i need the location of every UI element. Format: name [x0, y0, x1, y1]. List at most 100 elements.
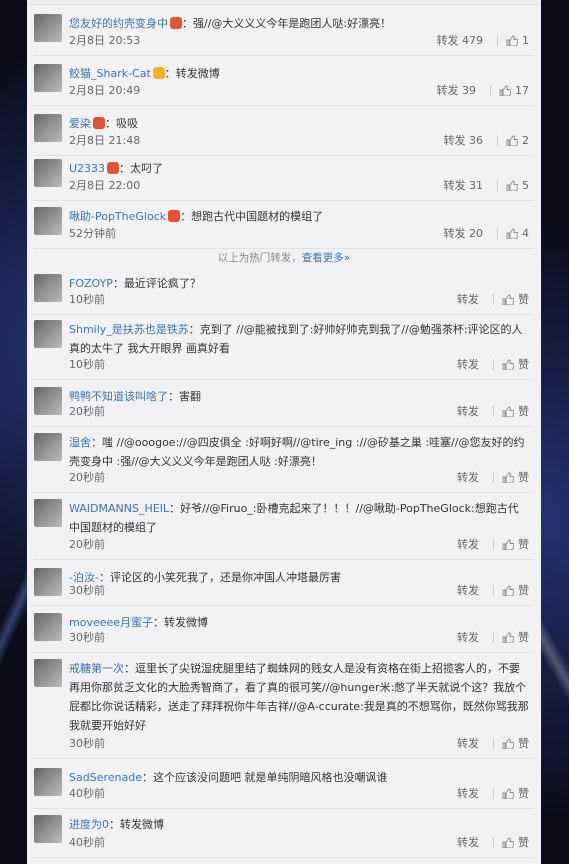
like-count[interactable]: 赞 — [518, 582, 529, 598]
repost-button[interactable]: 转发 — [457, 536, 479, 552]
username-link[interactable]: 您友好的约壳变身中 — [69, 17, 168, 30]
username-link[interactable]: 戒糖第一次 — [69, 662, 124, 675]
like-count[interactable]: 5 — [522, 179, 529, 192]
like-count[interactable]: 赞 — [518, 785, 529, 801]
timestamp: 2月8日 20:49 — [69, 84, 141, 97]
avatar[interactable] — [34, 659, 62, 687]
repost-button[interactable]: 转发 — [457, 356, 479, 372]
avatar[interactable] — [34, 64, 62, 92]
username-link[interactable]: 啾助-PopTheGlock — [69, 210, 166, 223]
avatar[interactable] — [34, 568, 62, 596]
repost-text: ：想跑古代中国题材的模组了 — [180, 210, 324, 223]
like-count[interactable]: 赞 — [518, 735, 529, 751]
repost-meta: 2月8日 20:49 转发 39 17 — [69, 84, 529, 98]
avatar[interactable] — [34, 207, 62, 235]
repost-meta: 30秒前 转发 赞 — [69, 737, 529, 751]
repost-button[interactable]: 转发 — [457, 291, 479, 307]
repost-button[interactable]: 转发 479 — [437, 32, 484, 48]
thumbs-up-icon[interactable] — [502, 585, 515, 596]
avatar[interactable] — [34, 387, 62, 415]
thumbs-up-icon[interactable] — [506, 228, 519, 239]
repost-button[interactable]: 转发 39 — [437, 82, 477, 98]
thumbs-up-icon[interactable] — [506, 180, 519, 191]
like-count[interactable]: 赞 — [518, 469, 529, 485]
repost-meta: 52分钟前 转发 20 4 — [69, 227, 529, 241]
username-link[interactable]: 进度为0 — [69, 818, 109, 831]
username-link[interactable]: 鸭鸭不知道该叫啥了 — [69, 390, 168, 403]
thumbs-up-icon[interactable] — [506, 35, 519, 46]
repost-button[interactable]: 转发 — [457, 735, 479, 751]
repost-button[interactable]: 转发 36 — [444, 132, 484, 148]
repost-meta: 10秒前 转发 赞 — [69, 293, 529, 307]
avatar[interactable] — [34, 433, 62, 461]
thumbs-up-icon[interactable] — [506, 135, 519, 146]
thumbs-up-icon[interactable] — [502, 738, 515, 749]
divider — [493, 293, 494, 305]
divider — [493, 471, 494, 483]
username-link[interactable]: SadSerenade — [69, 771, 142, 784]
action-bar: 转发 31 5 — [444, 177, 530, 193]
username-link[interactable]: 鲛猫_Shark-Cat — [69, 67, 151, 80]
avatar[interactable] — [34, 613, 62, 641]
like-count[interactable]: 赞 — [518, 834, 529, 850]
repost-row: 鸭鸭不知道该叫啥了：害翻 20秒前 转发 赞 — [33, 381, 533, 427]
repost-row: SadSerenade：这个应该没问题吧 就是单纯阴暗风格也没嘲讽谁 40秒前 转发… — [33, 762, 533, 809]
thumbs-up-icon[interactable] — [502, 539, 515, 550]
repost-content: 戒糖第一次：逗里长了尖锐湿疣腿里结了蜘蛛网的贱女人是没有资格在街上招揽客人的，不… — [69, 659, 529, 735]
username-link[interactable]: 湿舍 — [69, 436, 91, 449]
thumbs-up-icon[interactable] — [502, 359, 515, 370]
repost-row: 啾助-PopTheGlock ：想跑古代中国题材的模组了 52分钟前 转发 20 4 — [33, 201, 533, 249]
username-link[interactable]: 爱染 — [69, 117, 91, 130]
repost-panel: 您友好的约壳变身中 ：强//@大义义义今年是跑团人哒:好漂亮！ 2月8日 20:53… — [27, 0, 541, 864]
action-bar: 转发 赞 — [457, 582, 529, 598]
repost-row: Shmily_是扶苏也是铁苏：克到了 //@能被找到了:好帅好帅克到我了//@勉… — [33, 314, 533, 380]
avatar[interactable] — [34, 274, 62, 302]
avatar[interactable] — [34, 159, 62, 187]
like-count[interactable]: 赞 — [518, 536, 529, 552]
avatar[interactable] — [34, 499, 62, 527]
thumbs-up-icon[interactable] — [502, 406, 515, 417]
like-count[interactable]: 1 — [522, 34, 529, 47]
username-link[interactable]: U2333 — [69, 162, 105, 175]
repost-button[interactable]: 转发 — [457, 469, 479, 485]
thumbs-up-icon[interactable] — [499, 85, 512, 96]
see-more-link[interactable]: 查看更多» — [302, 252, 350, 264]
repost-button[interactable]: 转发 31 — [444, 177, 484, 193]
like-count[interactable]: 17 — [515, 84, 529, 97]
thumbs-up-icon[interactable] — [502, 632, 515, 643]
username-link[interactable]: FOZOYP — [69, 277, 113, 290]
repost-text: ：强//@大义义义今年是跑团人哒:好漂亮！ — [182, 17, 392, 30]
hot-section-separator: 以上为热门转发，查看更多» — [27, 250, 541, 265]
like-count[interactable]: 2 — [522, 134, 529, 147]
like-count[interactable]: 赞 — [518, 403, 529, 419]
thumbs-up-icon[interactable] — [502, 837, 515, 848]
repost-meta: 2月8日 20:53 转发 479 1 — [69, 34, 529, 48]
repost-button[interactable]: 转发 — [457, 834, 479, 850]
username-link[interactable]: WAIDMANNS_HEIL — [69, 502, 169, 515]
timestamp: 40秒前 — [69, 787, 105, 800]
thumbs-up-icon[interactable] — [502, 294, 515, 305]
like-count[interactable]: 赞 — [518, 291, 529, 307]
like-count[interactable]: 赞 — [518, 356, 529, 372]
thumbs-up-icon[interactable] — [502, 788, 515, 799]
like-count[interactable]: 4 — [522, 227, 529, 240]
avatar[interactable] — [34, 768, 62, 796]
repost-row: WAIDMANNS_HEIL：好爷//@Firuo_:卧槽克起来了！！！//@啾… — [33, 493, 533, 560]
avatar[interactable] — [34, 114, 62, 142]
username-link[interactable]: moveeee月蜜子 — [69, 616, 153, 629]
repost-button[interactable]: 转发 — [457, 403, 479, 419]
avatar[interactable] — [34, 320, 62, 348]
like-count[interactable]: 赞 — [518, 629, 529, 645]
repost-button[interactable]: 转发 — [457, 785, 479, 801]
username-link[interactable]: Shmily_是扶苏也是铁苏 — [69, 323, 189, 336]
thumbs-up-icon[interactable] — [502, 472, 515, 483]
repost-text: ：嗤 //@ooogoe://@四皮俱全 :好啊好啊//@tire_ing :/… — [69, 436, 525, 468]
timestamp: 20秒前 — [69, 405, 105, 418]
repost-button[interactable]: 转发 — [457, 582, 479, 598]
action-bar: 转发 479 1 — [437, 32, 530, 48]
avatar[interactable] — [34, 14, 62, 42]
repost-button[interactable]: 转发 20 — [444, 225, 484, 241]
repost-button[interactable]: 转发 — [457, 629, 479, 645]
avatar[interactable] — [34, 815, 62, 843]
repost-content: Shmily_是扶苏也是铁苏：克到了 //@能被找到了:好帅好帅克到我了//@勉… — [69, 320, 529, 358]
